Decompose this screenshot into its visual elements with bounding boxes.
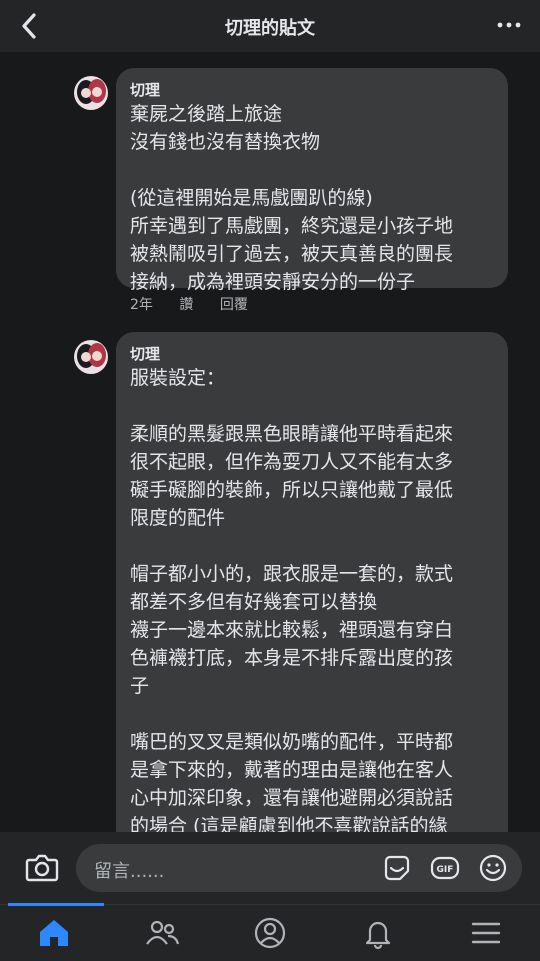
bell-icon[interactable] bbox=[358, 913, 398, 953]
like-link[interactable]: 讚 bbox=[179, 297, 193, 313]
comment-author[interactable]: 切理 bbox=[130, 80, 492, 100]
menu-icon[interactable] bbox=[466, 913, 506, 953]
sticker-icon[interactable] bbox=[382, 853, 412, 883]
home-icon[interactable] bbox=[34, 913, 74, 953]
gif-icon[interactable]: GIF bbox=[430, 853, 460, 883]
camera-icon[interactable] bbox=[24, 850, 60, 884]
gif-label: GIF bbox=[437, 865, 454, 875]
reply-link[interactable]: 回覆 bbox=[220, 297, 248, 313]
emoji-icon[interactable] bbox=[478, 853, 508, 883]
comment-bubble[interactable]: 切理 服裝設定： 柔順的黑髮跟黑色眼睛讓他平時看起來 很不起眼，但作為耍刀人又不… bbox=[116, 332, 508, 840]
comment-author[interactable]: 切理 bbox=[130, 344, 492, 364]
more-horizontal-icon[interactable] bbox=[496, 14, 522, 36]
friends-icon[interactable] bbox=[142, 913, 182, 953]
bottom-nav bbox=[0, 903, 540, 961]
comment-composer: 留言...... GIF bbox=[0, 832, 540, 904]
comment-input[interactable]: 留言...... GIF bbox=[76, 844, 522, 892]
page-title: 切理的貼文 bbox=[225, 18, 315, 39]
comment-text: 服裝設定： 柔順的黑髮跟黑色眼睛讓他平時看起來 很不起眼，但作為耍刀人又不能有太… bbox=[130, 367, 454, 837]
comment-text: 棄屍之後踏上旅途 沒有錢也沒有替換衣物 (從這裡開始是馬戲團趴的線) 所幸遇到了… bbox=[130, 103, 454, 293]
avatar[interactable] bbox=[74, 340, 108, 374]
comment-meta: 2年 讚 回覆 bbox=[130, 294, 270, 314]
profile-icon[interactable] bbox=[250, 913, 290, 953]
avatar[interactable] bbox=[74, 76, 108, 110]
comment-time: 2年 bbox=[130, 297, 153, 313]
comment-thread: 切理 棄屍之後踏上旅途 沒有錢也沒有替換衣物 (從這裡開始是馬戲團趴的線) 所幸… bbox=[0, 52, 540, 840]
top-bar: 切理的貼文 bbox=[0, 0, 540, 52]
comment-bubble[interactable]: 切理 棄屍之後踏上旅途 沒有錢也沒有替換衣物 (從這裡開始是馬戲團趴的線) 所幸… bbox=[116, 68, 508, 293]
active-tab-indicator bbox=[8, 903, 104, 906]
comment-placeholder: 留言...... bbox=[94, 861, 165, 882]
